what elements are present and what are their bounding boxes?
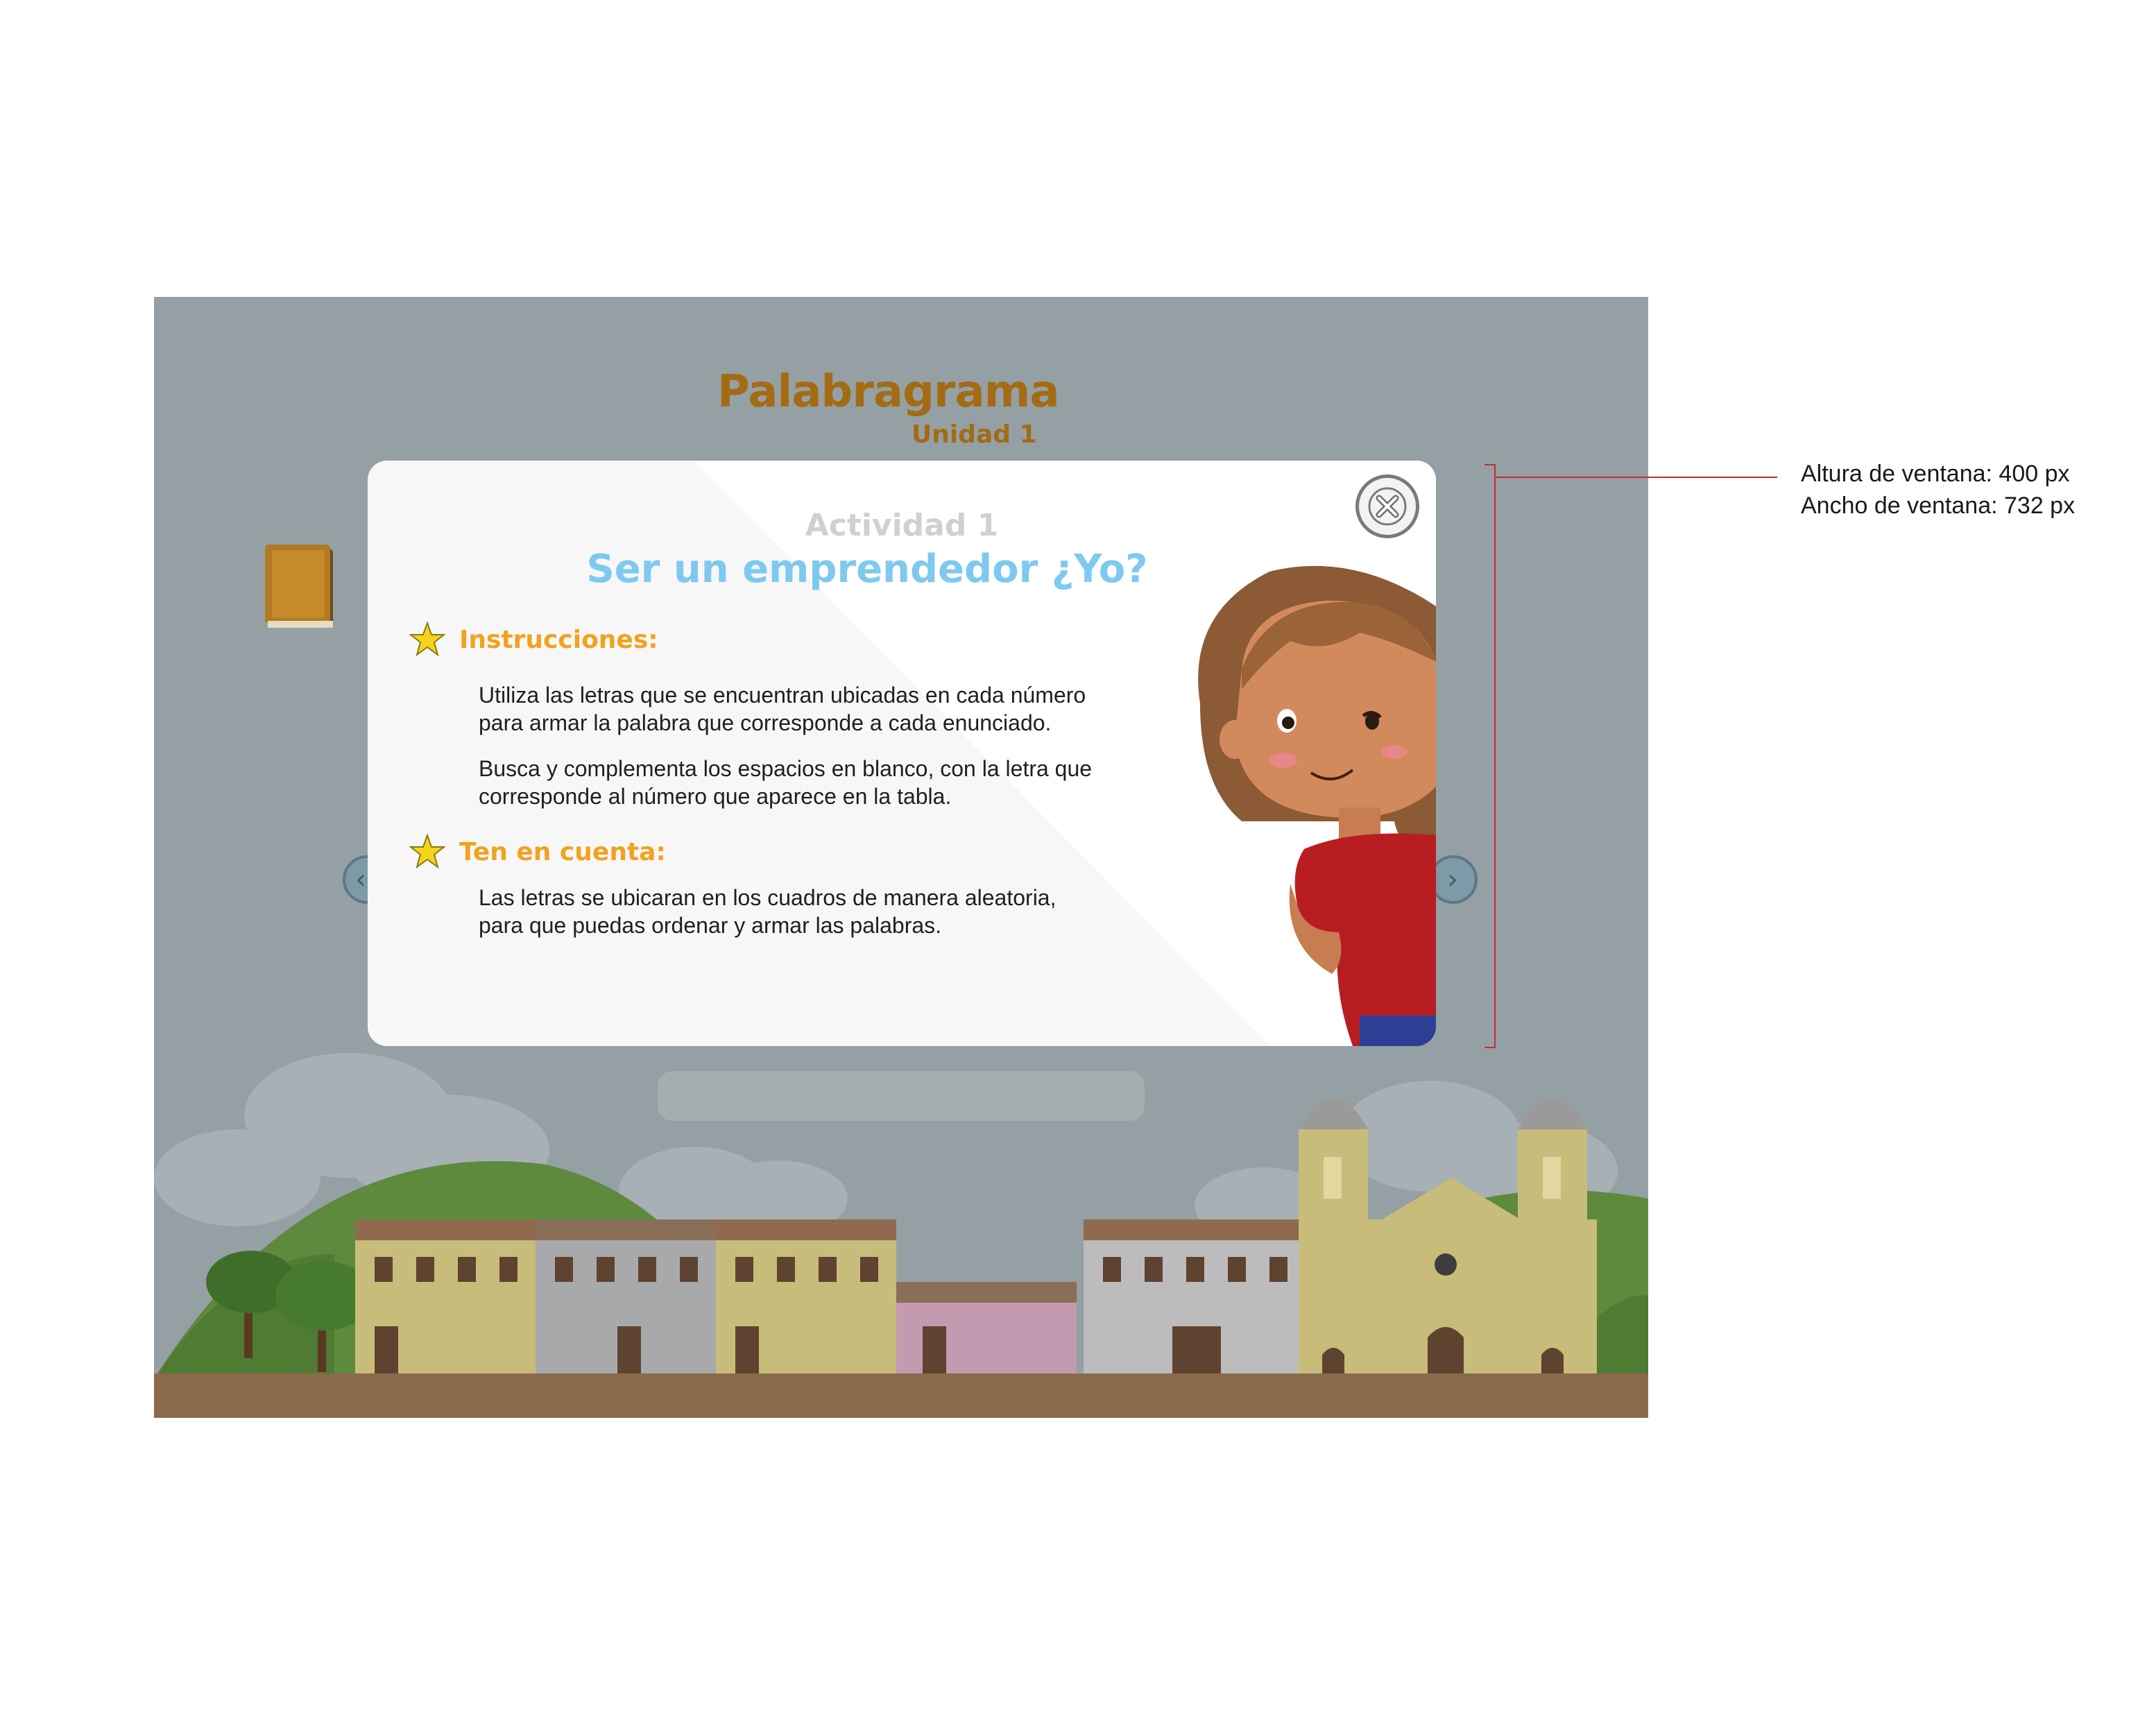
- instructions-label: Instrucciones:: [459, 625, 658, 654]
- instructions-line: para armar la palabra que corresponde a …: [479, 710, 1052, 735]
- instructions-heading: Instrucciones:: [409, 622, 658, 658]
- instructions-line: Utiliza las letras que se encuentran ubi…: [479, 683, 1086, 708]
- note-label: Ten en cuenta:: [459, 837, 666, 866]
- chevron-left-icon: ‹: [355, 864, 366, 896]
- note-heading: Ten en cuenta:: [409, 834, 666, 870]
- chevron-right-icon: ›: [1447, 864, 1458, 896]
- game-subtitle: Unidad 1: [912, 420, 1037, 449]
- answer-bar: [658, 1071, 1145, 1121]
- note-line: Las letras se ubicaran en los cuadros de…: [479, 885, 1056, 910]
- note-line: para que puedas ordenar y armar las pala…: [479, 913, 942, 938]
- instructions-line: corresponde al número que aparece en la …: [479, 784, 952, 809]
- instructions-paragraph-1: Utiliza las letras que se encuentran ubi…: [479, 681, 1200, 737]
- window-dimension-bracket: [1485, 464, 1777, 1048]
- star-icon: [409, 834, 445, 869]
- game-title: Palabragrama: [717, 366, 1060, 418]
- next-arrow-button[interactable]: ›: [1429, 855, 1478, 904]
- note-paragraph: Las letras se ubicaran en los cuadros de…: [479, 884, 1200, 939]
- instructions-line: Busca y complementa los espacios en blan…: [479, 756, 1093, 781]
- instructions-modal: Actividad 1 Ser un emprendedor ¿Yo? Inst…: [368, 461, 1436, 1046]
- star-icon: [409, 622, 445, 657]
- activity-label: Actividad 1: [805, 508, 999, 543]
- window-width-label: Ancho de ventana: 732 px: [1801, 493, 2076, 519]
- book-icon[interactable]: [265, 543, 337, 632]
- instructions-paragraph-2: Busca y complementa los espacios en blan…: [479, 755, 1200, 810]
- girl-character-illustration: [1198, 565, 1436, 1046]
- window-height-label: Altura de ventana: 400 px: [1801, 461, 2070, 487]
